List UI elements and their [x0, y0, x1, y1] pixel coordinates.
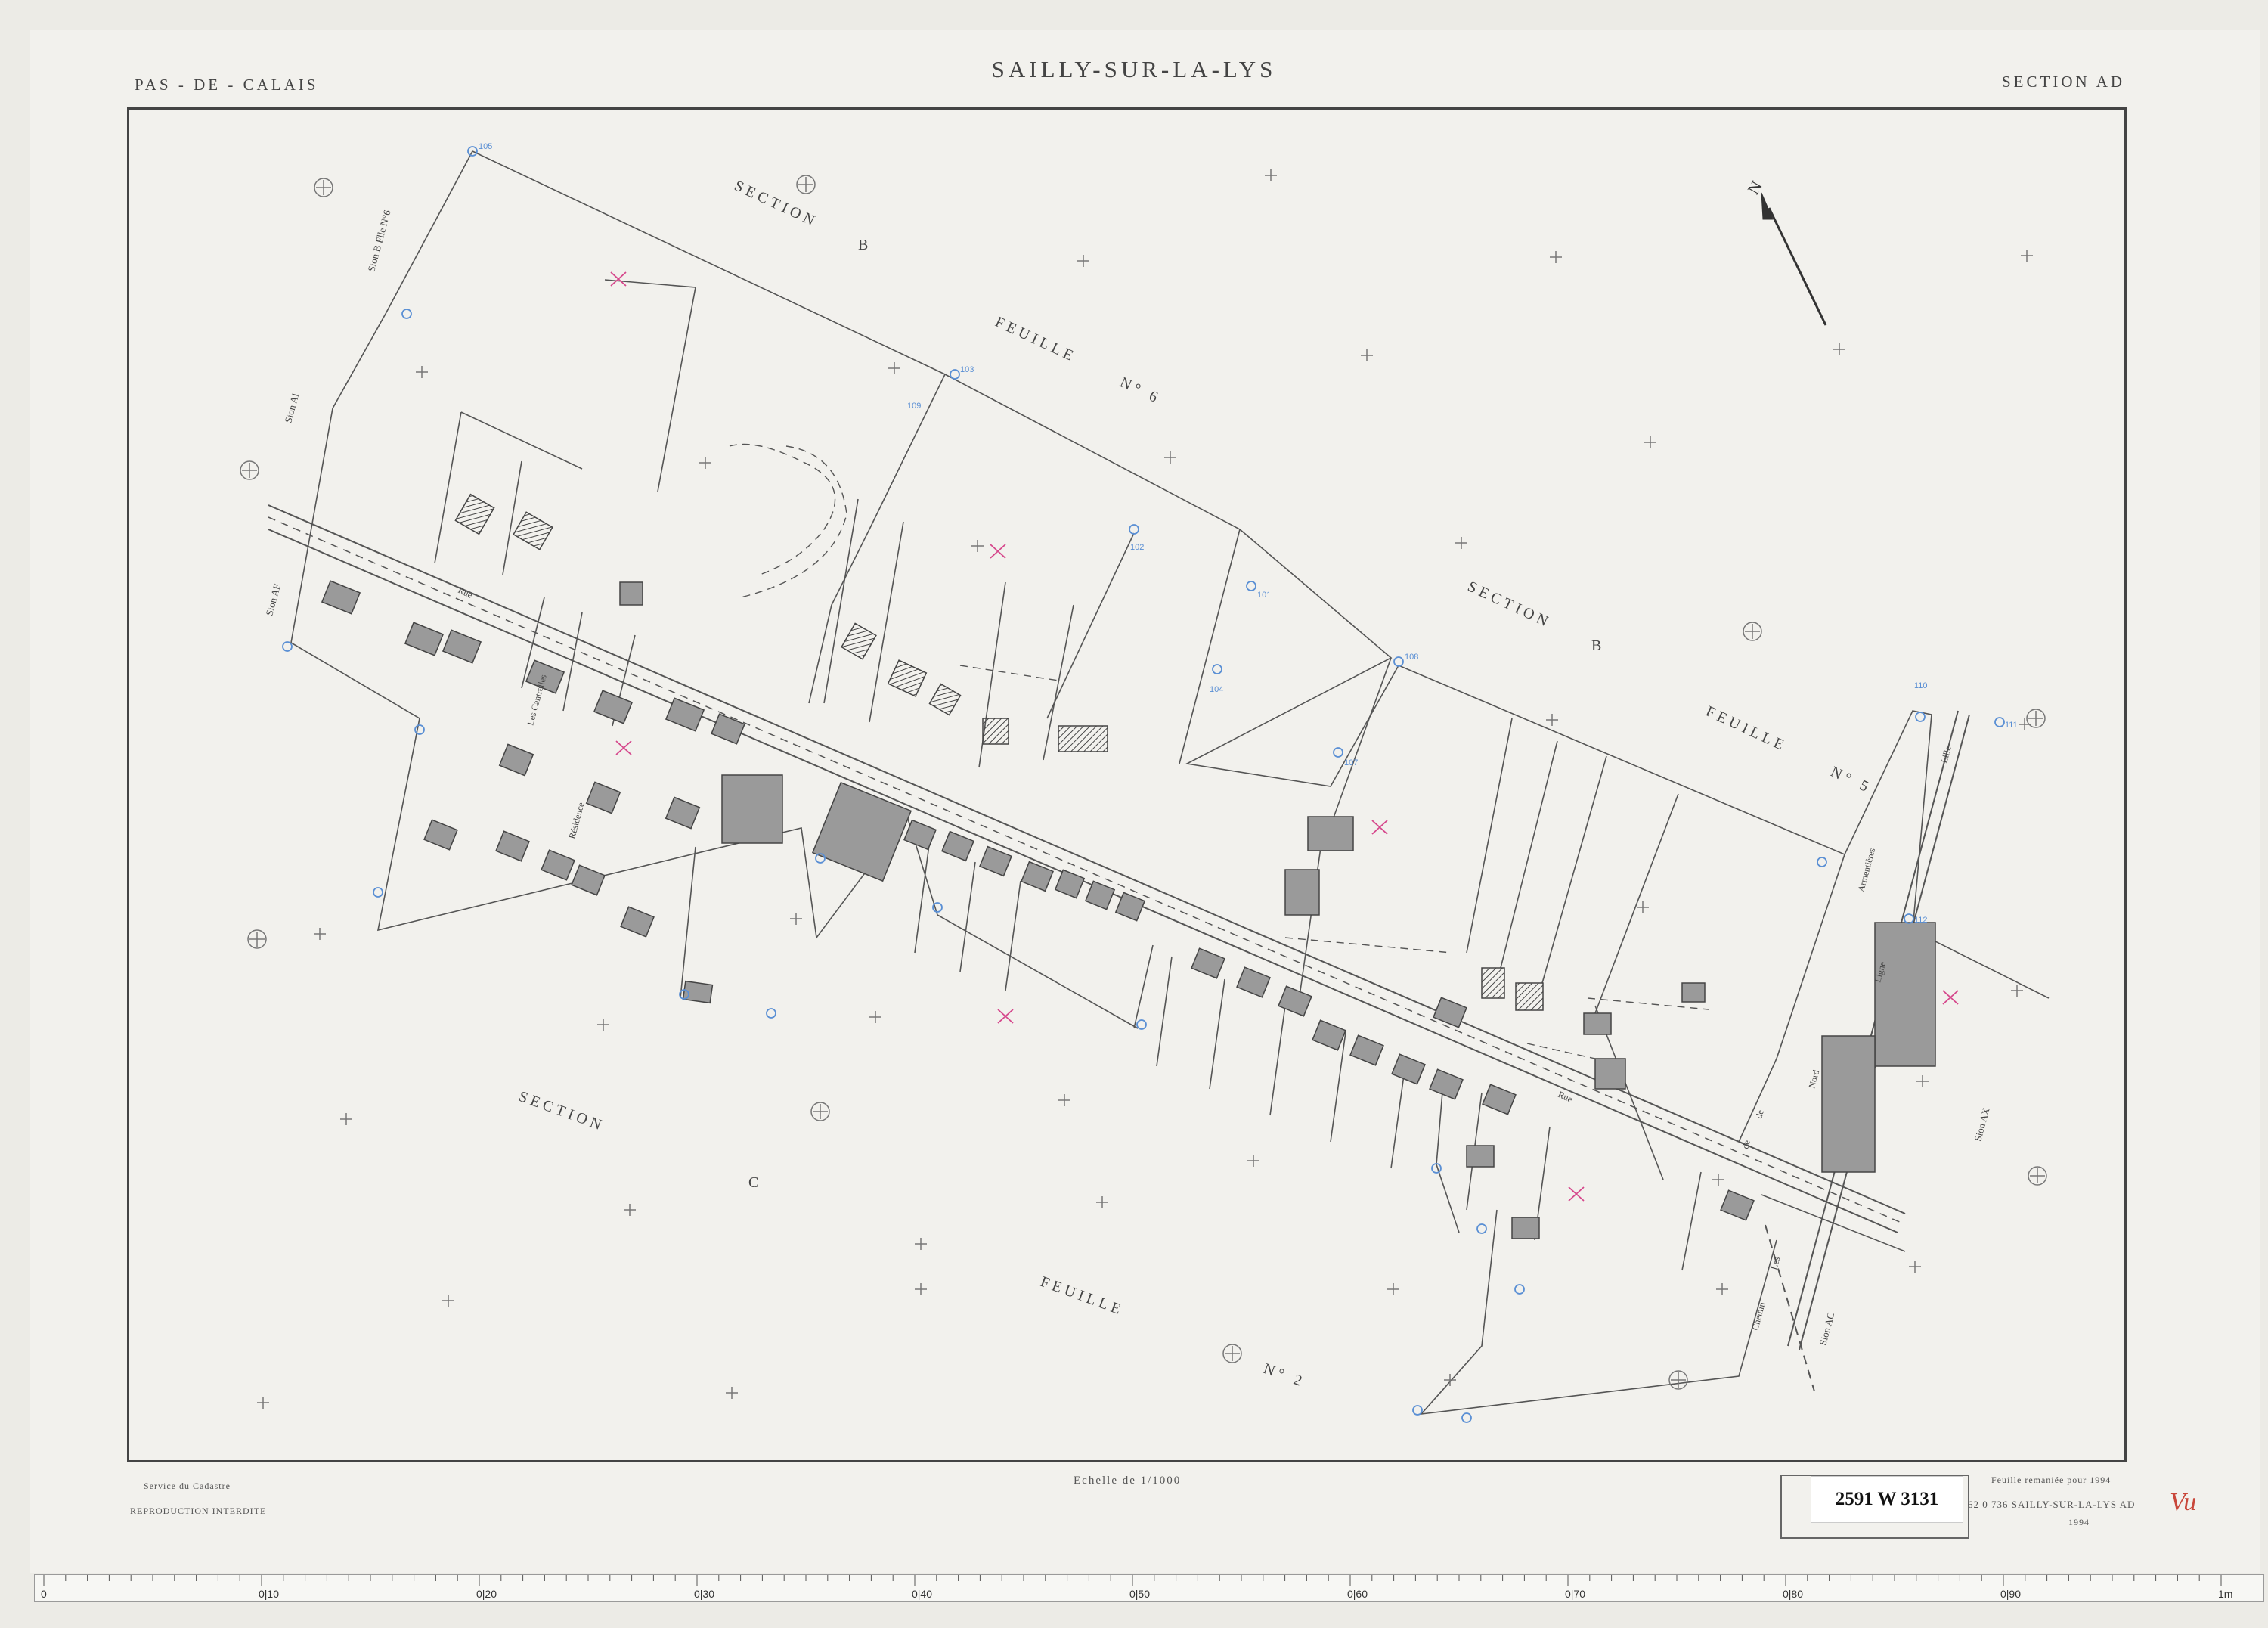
point-104: 104	[1210, 685, 1223, 694]
ruler-label: 0|40	[912, 1588, 932, 1600]
neighbour-ai: Sion AI	[282, 392, 301, 424]
ruler-label: 0|20	[476, 1588, 497, 1600]
street-armentieres: Armentières	[1855, 847, 1877, 893]
point-103: 103	[960, 365, 974, 374]
ruler-label: 0|90	[2000, 1588, 2021, 1600]
point-108: 108	[1405, 653, 1418, 662]
section-c-feuille: FEUILLE	[1038, 1273, 1126, 1319]
circled-marks	[240, 175, 2047, 1390]
point-105: 105	[479, 142, 492, 151]
street-nord: Nord	[1806, 1068, 1821, 1089]
ruler-label: 0|80	[1783, 1588, 1803, 1600]
street-de: de	[1753, 1109, 1765, 1120]
north-arrow-icon	[1761, 192, 1827, 326]
point-107: 107	[1344, 758, 1358, 767]
section-b5-feuille: FEUILLE	[1703, 703, 1790, 755]
street-rue: Rue	[457, 585, 474, 600]
point-109: 109	[907, 402, 921, 411]
commune-reference: 62 0 736 SAILLY-SUR-LA-LYS AD	[1968, 1499, 2136, 1510]
section-c-label: SECTION	[516, 1088, 607, 1135]
cadastral-map: SECTION B FEUILLE N° 6 SECTION B FEUILLE…	[240, 142, 2050, 1423]
street-chemin: Chemin	[1749, 1301, 1767, 1331]
point-101: 101	[1257, 591, 1271, 600]
section-c-letter: C	[748, 1174, 762, 1191]
north-label: N	[1743, 178, 1766, 197]
ruler-label: 0|70	[1565, 1588, 1585, 1600]
section-b6-feuille: FEUILLE	[993, 314, 1080, 366]
point-111: 111	[2005, 721, 2018, 730]
street-de-2: de	[1740, 1139, 1752, 1150]
street-les: Les	[1768, 1255, 1782, 1271]
main-road	[268, 504, 1906, 1233]
section-c-number: N° 2	[1261, 1360, 1308, 1391]
ruler-label: 0|30	[694, 1588, 714, 1600]
section-b6-letter: B	[858, 237, 872, 253]
ruler-scale: 0 0|10 0|20 0|30 0|40 0|50 0|60 0|70 0|80 0|90 1m	[41, 1575, 2232, 1600]
point-112: 112	[1914, 916, 1928, 925]
service-label: Service du Cadastre	[144, 1481, 231, 1491]
scale-label: Echelle de 1/1000	[1074, 1475, 1182, 1487]
ruler-label: 0|60	[1347, 1588, 1368, 1600]
street-lille: Lille	[1938, 745, 1953, 764]
neighbour-b6: Sion B Flle N°6	[365, 209, 392, 273]
point-110: 110	[1914, 681, 1928, 690]
measuring-ruler: 0 0|10 0|20 0|30 0|40 0|50 0|60 0|70 0|80 0|90 1m	[34, 1574, 2264, 1602]
section-b6-label: SECTION	[732, 178, 821, 231]
section-b5-label: SECTION	[1465, 578, 1554, 631]
ruler-labels: 0 0|10 0|20 0|30 0|40 0|50 0|60 0|70 0|80 0|90 1m	[41, 1588, 2232, 1600]
ruler-label: 0|50	[1129, 1588, 1150, 1600]
reproduction-label: REPRODUCTION INTERDITE	[130, 1506, 267, 1516]
buildings	[321, 580, 1936, 1239]
ruler-label: 0	[41, 1588, 47, 1600]
handwritten-annotation: Vu	[2170, 1488, 2197, 1516]
neighbour-ae: Sion AE	[263, 582, 283, 617]
survey-points	[282, 146, 2005, 1423]
ruler-label: 1m	[2218, 1588, 2232, 1600]
archive-label: 2591 W 3131	[1811, 1476, 1963, 1523]
point-102: 102	[1130, 543, 1144, 552]
grid-crosses	[257, 169, 2033, 1409]
ruler-label: 0|10	[259, 1588, 279, 1600]
year-label: 1994	[2068, 1517, 2090, 1527]
remaniee-label: Feuille remaniée pour 1994	[1991, 1475, 2112, 1485]
section-b6-number: N° 6	[1117, 374, 1163, 408]
section-b5-letter: B	[1591, 637, 1605, 654]
section-b5-number: N° 5	[1828, 764, 1874, 797]
neighbour-ax: Sion AX	[1972, 1106, 1991, 1143]
parcel-boundaries	[290, 150, 2050, 1416]
street-residence: Résidence	[566, 802, 586, 840]
neighbour-ac: Sion AC	[1817, 1311, 1836, 1347]
ruler-ticks	[43, 1575, 2222, 1586]
